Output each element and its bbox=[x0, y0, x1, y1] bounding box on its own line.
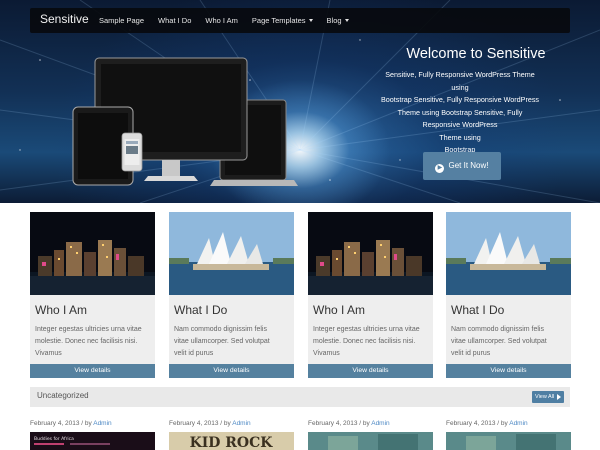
post-date: February 4, 2013 / by bbox=[446, 420, 510, 427]
feature-card: What I Do Nam commodo dignissim felis vi… bbox=[169, 212, 294, 378]
post-date: February 4, 2013 / by bbox=[308, 420, 372, 427]
hero-banner: Sensitive Sample Page What I Do Who I Am… bbox=[0, 0, 600, 203]
card-text-line: vitae ullamcorper. Sed volutpat bbox=[174, 338, 270, 345]
post-author-link[interactable]: Admin bbox=[371, 420, 389, 427]
site-brand[interactable]: Sensitive bbox=[40, 12, 89, 26]
top-navbar: Sensitive Sample Page What I Do Who I Am… bbox=[30, 8, 570, 33]
devices-illustration bbox=[72, 57, 298, 186]
nav-item-blog[interactable]: Blog bbox=[320, 8, 356, 33]
arrow-right-icon bbox=[557, 394, 561, 400]
card-text-line: Integer egestas ultricies urna vitae bbox=[35, 326, 142, 333]
post-thumbnail[interactable] bbox=[446, 432, 571, 450]
feature-card: Who I Am Integer egestas ultricies urna … bbox=[30, 212, 155, 378]
caret-down-icon bbox=[308, 19, 313, 22]
view-details-button[interactable]: View details bbox=[308, 364, 433, 378]
view-details-button[interactable]: View details bbox=[446, 364, 571, 378]
post-author-link[interactable]: Admin bbox=[509, 420, 527, 427]
card-text-line: vitae ullamcorper. Sed volutpat bbox=[451, 338, 547, 345]
hero-subtitle-line: Responsive WordPress bbox=[422, 120, 498, 129]
card-text: Integer egestas ultricies urna vitae mol… bbox=[313, 324, 431, 360]
post-author-link[interactable]: Admin bbox=[232, 420, 250, 427]
card-text: Nam commodo dignissim felis vitae ullamc… bbox=[174, 324, 292, 360]
card-text-line: Vivamus bbox=[313, 350, 340, 357]
feature-card: Who I Am Integer egestas ultricies urna … bbox=[308, 212, 433, 378]
post-author-link[interactable]: Admin bbox=[93, 420, 111, 427]
nav-item-what-i-do[interactable]: What I Do bbox=[151, 8, 198, 33]
view-details-button[interactable]: View details bbox=[169, 364, 294, 378]
card-image-city-night bbox=[30, 212, 155, 295]
hero-subtitle-line: Sensitive, Fully Responsive WordPress Th… bbox=[385, 70, 535, 92]
arrow-circle-icon: ▶ bbox=[435, 164, 445, 173]
card-text-line: Nam commodo dignissim felis bbox=[451, 326, 544, 333]
cta-label: Get It Now! bbox=[448, 161, 489, 170]
category-title[interactable]: Uncategorized bbox=[37, 391, 89, 400]
post-meta: February 4, 2013 / by Admin bbox=[30, 420, 112, 427]
card-image-opera-house bbox=[169, 212, 294, 295]
card-text: Integer egestas ultricies urna vitae mol… bbox=[35, 324, 153, 360]
card-text-line: Vivamus bbox=[35, 350, 62, 357]
get-it-now-button[interactable]: ▶ Get It Now! bbox=[423, 152, 501, 180]
card-text-line: molestie. Donec nec facilisis nisi. bbox=[313, 338, 416, 345]
main-nav: Sample Page What I Do Who I Am Page Temp… bbox=[92, 8, 356, 33]
hero-subtitle: Sensitive, Fully Responsive WordPress Th… bbox=[380, 69, 540, 157]
card-title: What I Do bbox=[174, 303, 228, 317]
post-thumbnail[interactable] bbox=[308, 432, 433, 450]
card-title: Who I Am bbox=[35, 303, 88, 317]
nav-item-sample-page[interactable]: Sample Page bbox=[92, 8, 151, 33]
card-image-city-night bbox=[308, 212, 433, 295]
card-text-line: molestie. Donec nec facilisis nisi. bbox=[35, 338, 138, 345]
nav-item-page-templates[interactable]: Page Templates bbox=[245, 8, 320, 33]
card-text-line: velit id purus bbox=[174, 350, 214, 357]
hero-subtitle-line: Theme using Bootstrap Sensitive, Fully bbox=[397, 107, 523, 117]
hero-subtitle-line: Theme using bbox=[439, 132, 481, 142]
card-text-line: velit id purus bbox=[451, 350, 491, 357]
feature-card: What I Do Nam commodo dignissim felis vi… bbox=[446, 212, 571, 378]
card-text-line: Integer egestas ultricies urna vitae bbox=[313, 326, 420, 333]
card-text-line: Nam commodo dignissim felis bbox=[174, 326, 267, 333]
post-thumbnail[interactable]: KID ROCK bbox=[169, 432, 294, 450]
post-thumbnail-banner-text: Buddies for Africa bbox=[34, 436, 74, 442]
post-date: February 4, 2013 / by bbox=[30, 420, 94, 427]
hero-subtitle-line: Bootstrap Sensitive, Fully Responsive Wo… bbox=[380, 95, 540, 104]
post-meta: February 4, 2013 / by Admin bbox=[169, 420, 251, 427]
card-image-opera-house bbox=[446, 212, 571, 295]
card-title: What I Do bbox=[451, 303, 505, 317]
caret-down-icon bbox=[344, 19, 349, 22]
view-all-label: View All bbox=[535, 394, 555, 400]
nav-item-who-i-am[interactable]: Who I Am bbox=[198, 8, 245, 33]
hero-title: Welcome to Sensitive bbox=[406, 46, 546, 62]
card-text: Nam commodo dignissim felis vitae ullamc… bbox=[451, 324, 569, 360]
post-date: February 4, 2013 / by bbox=[169, 420, 233, 427]
post-meta: February 4, 2013 / by Admin bbox=[308, 420, 390, 427]
view-all-button[interactable]: View All bbox=[532, 391, 564, 403]
post-thumbnail-banner-text: KID ROCK bbox=[190, 435, 274, 450]
post-meta: February 4, 2013 / by Admin bbox=[446, 420, 528, 427]
category-bar: Uncategorized View All bbox=[30, 387, 570, 407]
view-details-button[interactable]: View details bbox=[30, 364, 155, 378]
card-title: Who I Am bbox=[313, 303, 366, 317]
post-thumbnail[interactable]: Buddies for Africa bbox=[30, 432, 155, 450]
